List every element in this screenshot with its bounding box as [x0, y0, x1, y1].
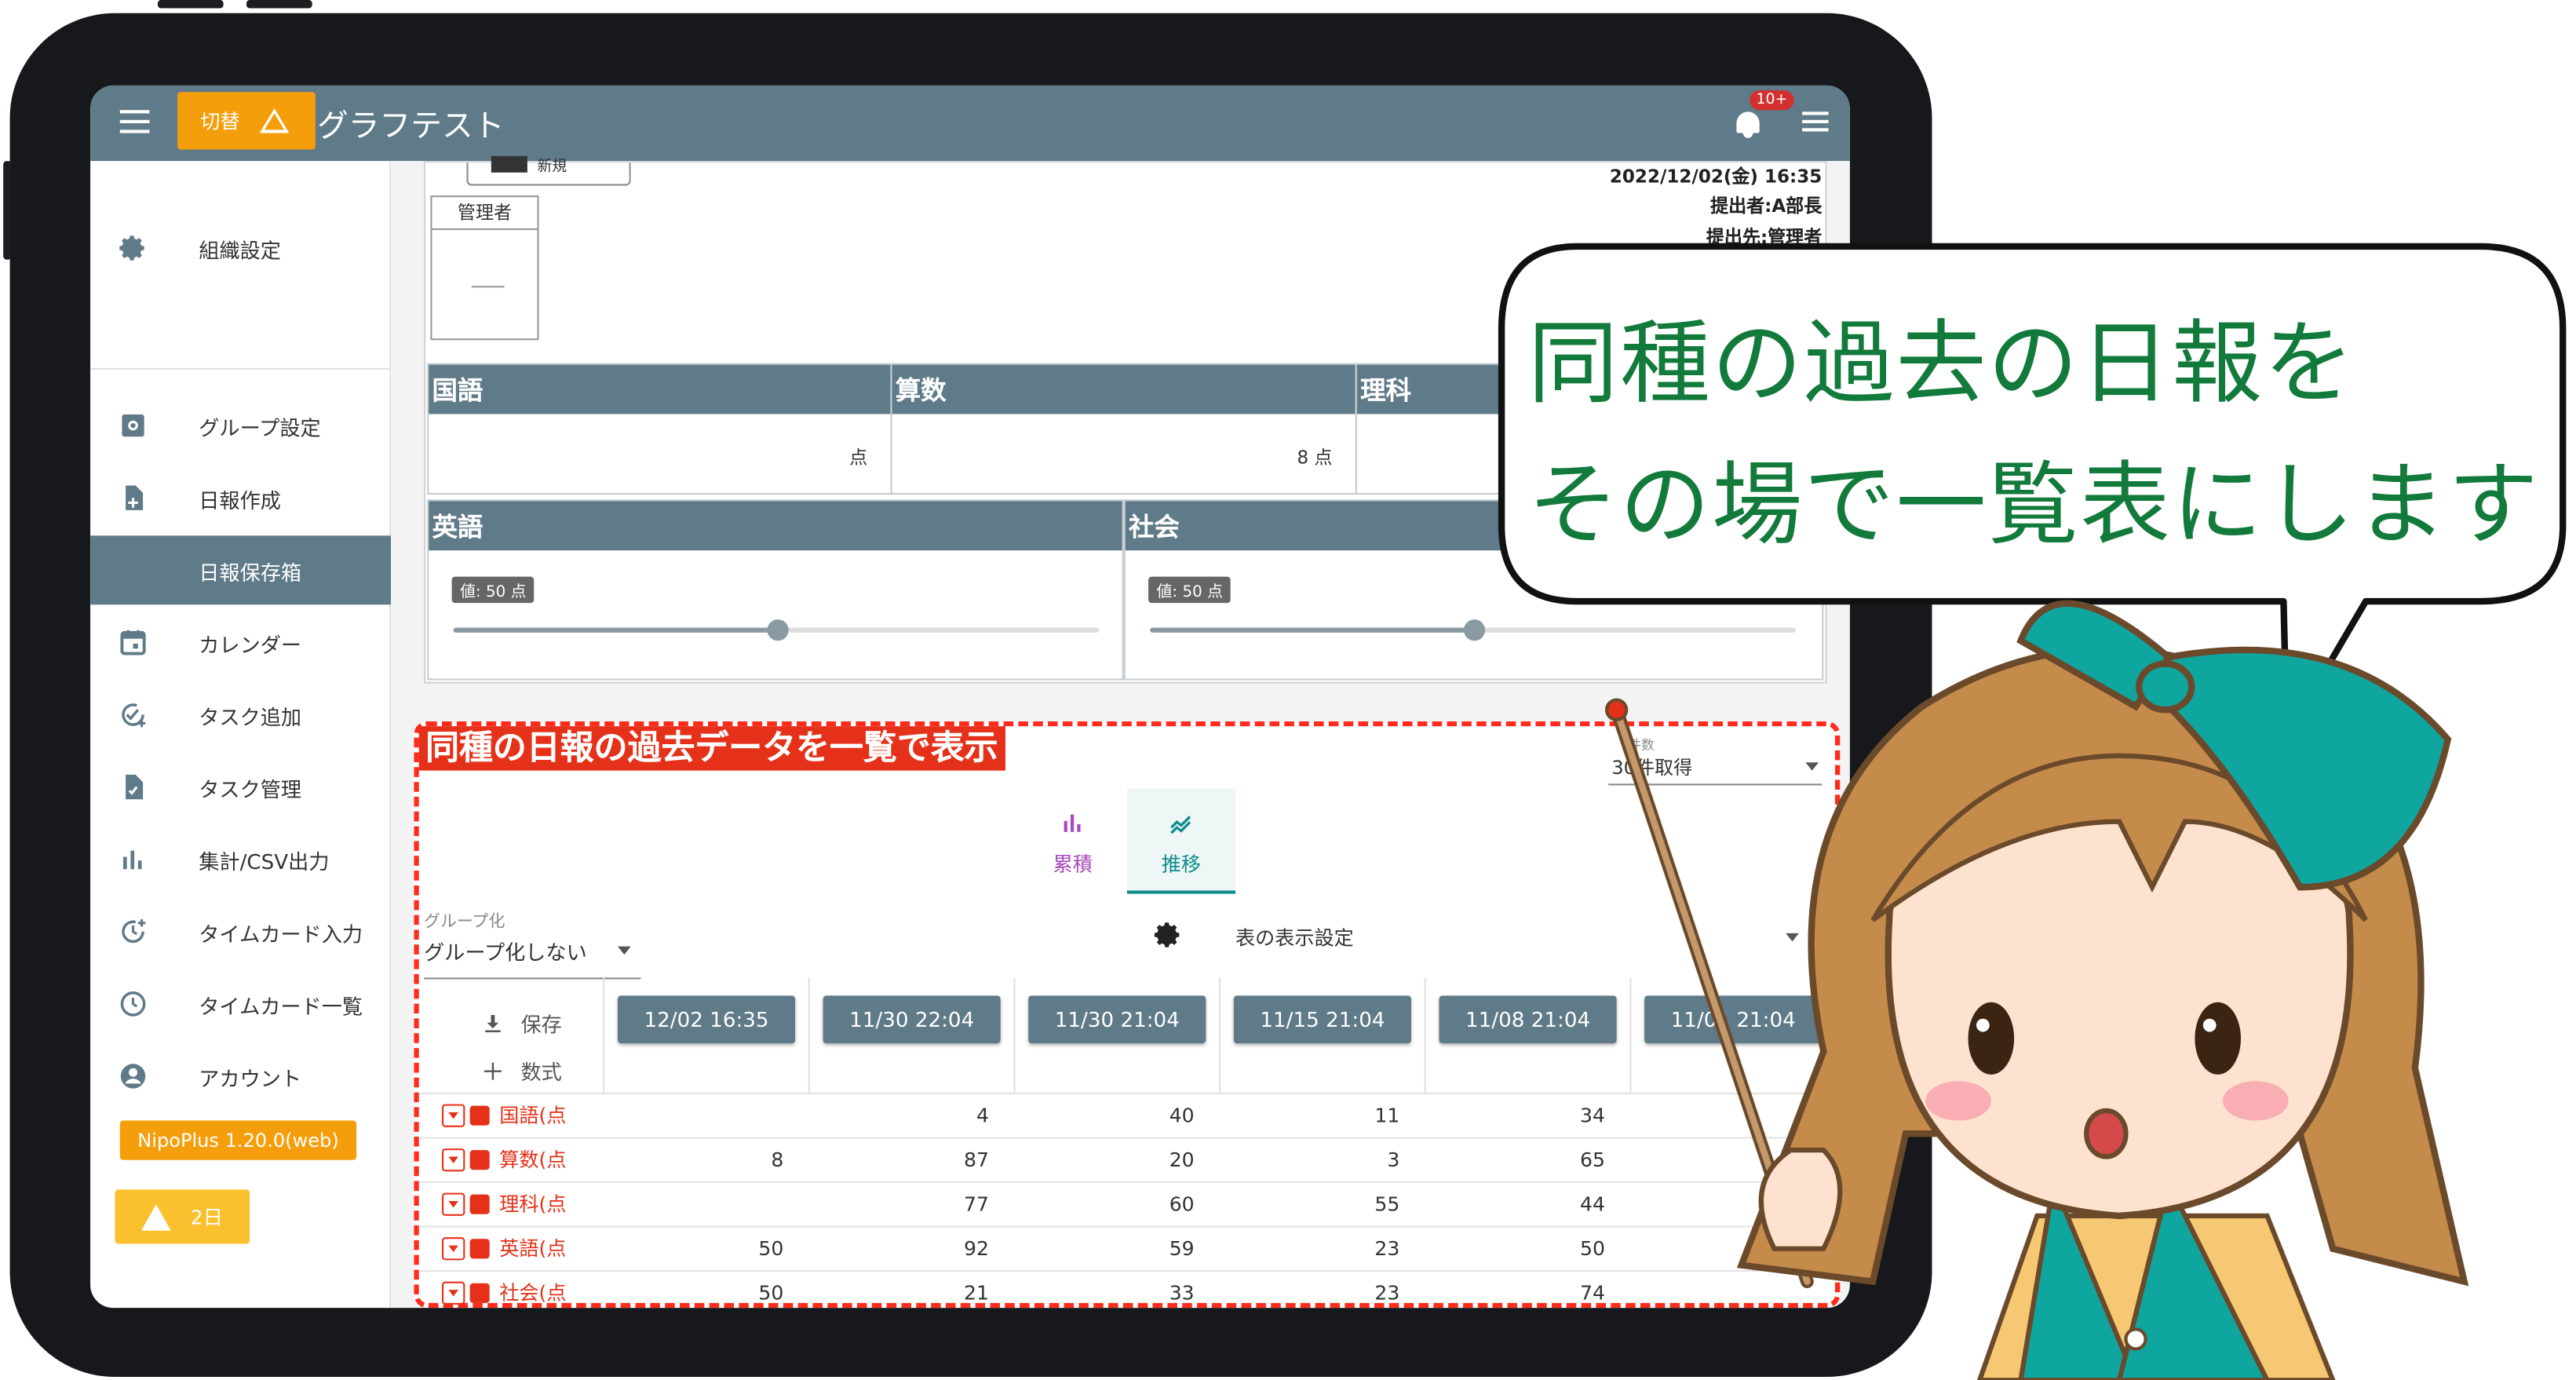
callout-line-2: その場で一覧表にします: [1527, 451, 2540, 557]
callout-overlay: [1498, 243, 2567, 1380]
callout-line-1: 同種の過去の日報を: [1527, 310, 2356, 416]
character-illustration: [1736, 600, 2469, 1380]
